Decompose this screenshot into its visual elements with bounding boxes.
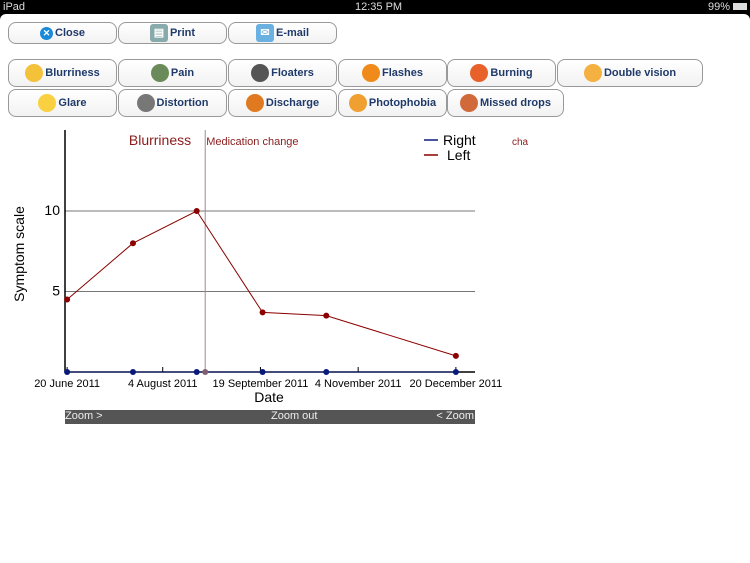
legend-label-right: Right <box>443 132 476 148</box>
data-point-right <box>452 369 459 375</box>
y-tick-label: 10 <box>44 202 60 218</box>
overflow-label: cha <box>512 137 529 148</box>
data-point-right <box>259 369 266 375</box>
medication-change-marker <box>202 369 209 375</box>
x-tick-label: 20 December 2011 <box>410 378 503 390</box>
battery-percent: 99% <box>707 1 730 13</box>
x-tick-label: 20 June 2011 <box>34 378 100 390</box>
zoom-out-button[interactable]: Zoom out <box>271 410 317 422</box>
y-tick-label: 5 <box>52 283 60 299</box>
data-point-left <box>452 352 459 359</box>
x-axis-label: Date <box>254 389 284 405</box>
data-point-right <box>323 369 330 375</box>
legend-label-left: Left <box>447 147 470 163</box>
zoom-back-button[interactable]: < Zoom <box>436 410 474 422</box>
x-tick-label: 4 November 2011 <box>315 378 402 390</box>
zoom-in-button[interactable]: Zoom > <box>65 410 103 422</box>
data-point-right <box>193 369 200 375</box>
x-tick-label: 4 August 2011 <box>128 378 198 390</box>
clock: 12:35 PM <box>355 1 403 13</box>
data-point-left <box>129 240 136 247</box>
status-bar: iPad 12:35 PM 99% <box>0 0 750 14</box>
data-point-right <box>129 369 136 375</box>
data-point-right <box>64 369 71 375</box>
data-point-left <box>193 208 200 214</box>
battery-icon <box>733 3 747 10</box>
series-line-left <box>66 210 457 357</box>
data-point-left <box>64 296 71 303</box>
symptom-chart: 51020 June 2011 4 August 2011 19 September… <box>11 130 529 405</box>
data-point-left <box>259 309 266 316</box>
screen: ✕ Close ▤ Print ✉ E-mail Blurriness Pain Floa… <box>0 14 750 563</box>
data-point-left <box>323 312 330 319</box>
y-axis-label: Symptom scale <box>11 206 27 302</box>
chart-title: Blurriness <box>129 132 191 148</box>
medication-change-label: Medication change <box>206 136 298 148</box>
zoom-bar: Zoom > Zoom out < Zoom <box>65 410 475 424</box>
device-name: iPad <box>3 1 26 13</box>
